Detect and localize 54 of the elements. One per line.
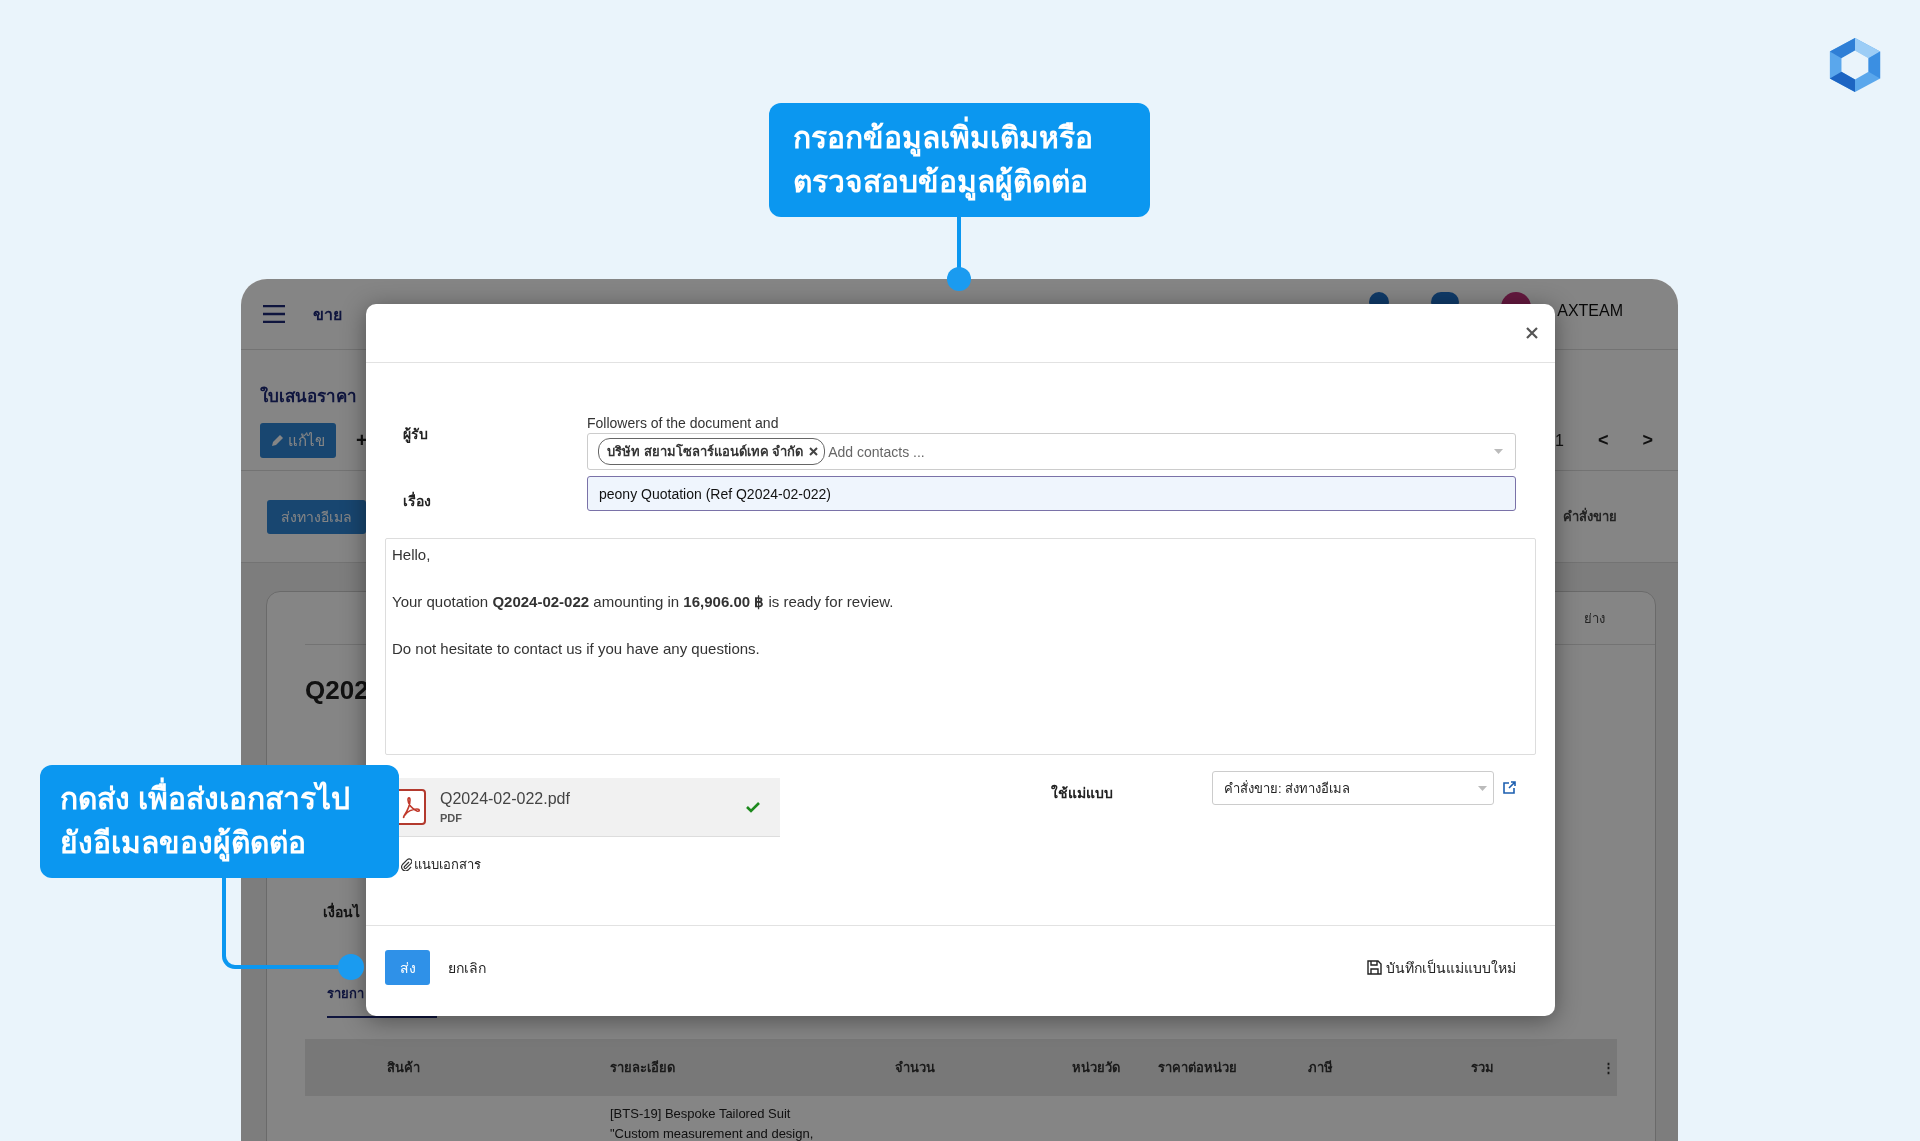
table-cell-text: "Custom measurement and design, [610, 1125, 814, 1141]
template-value: คำสั่งขาย: ส่งทางอีเมล [1224, 779, 1351, 798]
sheet-tab[interactable]: ย่าง [1584, 607, 1605, 629]
field-label: เรื่อง [403, 490, 432, 511]
save-template-button[interactable]: บันทึกเป็นแม่แบบใหม่ [1361, 955, 1522, 980]
message-paragraph: Your quotation Q2024-02-022 amounting in 16,906.00 ฿ is ready for review. [392, 592, 895, 611]
callout-text: ยังอีเมลของผู้ติดต่อ [60, 821, 379, 865]
module-title[interactable]: ขาย [313, 301, 342, 327]
field-label: ใช้แม่แบบ [1051, 783, 1113, 803]
template-select[interactable]: คำสั่งขาย: ส่งทางอีเมล [1212, 771, 1494, 805]
attachment-type: PDF [440, 812, 463, 824]
recipients-hint: Followers of the document and [587, 415, 780, 431]
recipients-field[interactable]: บริษัท สยามโซลาร์แอนด์เทค จำกัด Add contacts ... [587, 433, 1516, 470]
edit-button[interactable]: แก้ไข [260, 423, 336, 458]
cancel-button[interactable]: ยกเลิก [442, 955, 492, 980]
menu-icon[interactable] [263, 305, 285, 323]
user-name[interactable]: AXTEAM [1557, 302, 1623, 320]
leader-dot [947, 267, 971, 291]
column-header: ราคาต่อหน่วย [1157, 1059, 1238, 1077]
callout-text: กดส่ง เพื่อส่งเอกสารไป [60, 777, 379, 821]
message-editor[interactable]: Hello, Your quotation Q2024-02-022 amounting in 16,906.00 ฿ is ready for review. Do not hesitate to contact us if you have any questions. [385, 538, 1536, 755]
column-header: รวม [1470, 1059, 1495, 1077]
document-number: Q202 [305, 675, 370, 706]
column-header: หน่วยวัด [1071, 1059, 1120, 1077]
field-label: ผู้รับ [403, 425, 429, 445]
next-button[interactable]: > [1642, 430, 1653, 451]
paperclip-icon [401, 858, 412, 871]
column-header: สินค้า [385, 1059, 421, 1077]
column-header: ⋮ [1601, 1060, 1616, 1075]
pencil-icon [271, 434, 284, 447]
close-icon[interactable] [1526, 327, 1538, 339]
remove-icon[interactable] [809, 447, 819, 456]
field-label: เงื่อนไ [323, 901, 361, 922]
column-header: จำนวน [894, 1059, 936, 1077]
send-email-button[interactable]: ส่งทางอีเมล [267, 499, 366, 534]
leader-dot [338, 954, 364, 980]
pager-value: 1 [1555, 431, 1564, 450]
message-paragraph: Do not hesitate to contact us if you have any questions. [392, 639, 761, 658]
external-link-icon[interactable] [1503, 781, 1516, 794]
smart-button[interactable]: คำสั่งขาย [1563, 506, 1617, 527]
column-header: รายละเอียด [609, 1059, 676, 1077]
table-cell-text: [BTS-19] Bespoke Tailored Suit [610, 1105, 792, 1123]
callout-text: กรอกข้อมูลเพิ่มเติมหรือ [793, 116, 1126, 160]
subject-field[interactable]: peony Quotation (Ref Q2024-02-022) [587, 476, 1516, 511]
column-header: ภาษี [1306, 1059, 1334, 1077]
page-title: ใบเสนอราคา [260, 385, 358, 408]
recipient-tag[interactable]: บริษัท สยามโซลาร์แอนด์เทค จำกัด [598, 438, 826, 465]
attachment-name: Q2024-02-022.pdf [440, 790, 571, 808]
previous-button[interactable]: < [1597, 430, 1609, 451]
message-paragraph: Hello, [392, 545, 432, 564]
send-button[interactable]: ส่ง [385, 950, 430, 985]
callout-text: ตรวจสอบข้อมูลผู้ติดต่อ [793, 160, 1126, 204]
dropdown-caret-icon [1478, 785, 1487, 791]
attach-document-link[interactable]: แนบเอกสาร [401, 854, 780, 875]
